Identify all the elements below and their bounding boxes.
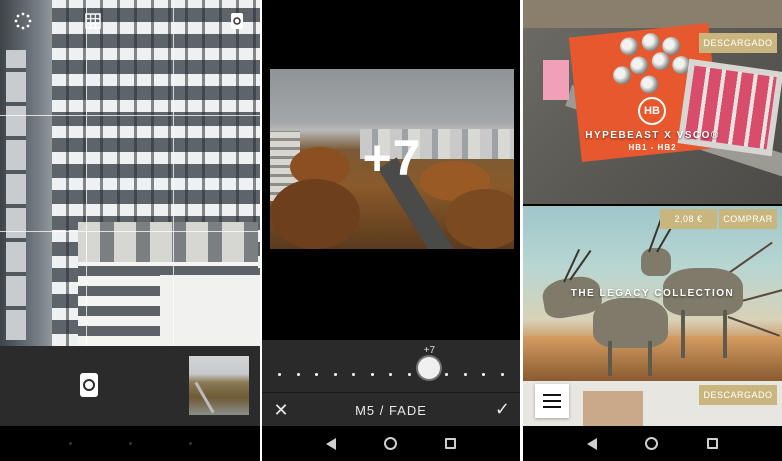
nav-back-icon[interactable] bbox=[68, 442, 72, 445]
grid-line bbox=[86, 0, 87, 346]
nav-back-icon[interactable] bbox=[326, 437, 336, 450]
camera-controls bbox=[0, 346, 260, 426]
nav-home-icon[interactable] bbox=[645, 437, 659, 450]
store-screen: HB HYPEBEAST X VSCO® HB1 - HB2 DESCARGAD… bbox=[523, 0, 782, 461]
downloaded-badge: DESCARGADO bbox=[699, 385, 777, 405]
navigation-bar bbox=[262, 426, 520, 461]
adjustment-panel: +7 ✕ M5 / FADE ✓ bbox=[262, 340, 520, 426]
camera-viewfinder[interactable] bbox=[0, 0, 260, 346]
menu-icon[interactable] bbox=[535, 384, 569, 418]
antelope-right bbox=[641, 248, 671, 276]
check-icon[interactable]: ✓ bbox=[495, 399, 510, 420]
nav-back-icon[interactable] bbox=[587, 437, 598, 450]
store-item-hypebeast[interactable]: HB HYPEBEAST X VSCO® HB1 - HB2 DESCARGAD… bbox=[523, 0, 782, 204]
price-badge: 2,08 € bbox=[660, 209, 717, 229]
strength-slider[interactable] bbox=[278, 372, 504, 376]
nav-recents-icon[interactable] bbox=[706, 438, 718, 449]
slider-value-label: +7 bbox=[423, 345, 436, 356]
downloaded-badge: DESCARGADO bbox=[699, 33, 777, 53]
item-subtitle: HB1 - HB2 bbox=[628, 143, 677, 152]
item-title: HYPEBEAST X VSCO® bbox=[585, 130, 720, 141]
nav-home-icon[interactable] bbox=[384, 437, 397, 450]
last-photo-thumbnail[interactable] bbox=[189, 356, 249, 415]
editor-screen: +7 +7 ✕ M5 / FADE ✓ bbox=[262, 0, 520, 461]
hb-logo: HB bbox=[638, 97, 666, 125]
buy-button[interactable]: COMPRAR bbox=[719, 209, 777, 229]
nav-recents-icon[interactable] bbox=[445, 438, 456, 449]
camera-screen bbox=[0, 0, 260, 461]
photo-preview[interactable]: +7 bbox=[270, 69, 514, 249]
store-item-legacy-collection[interactable]: THE LEGACY COLLECTION 2,08 € COMPRAR bbox=[523, 206, 782, 381]
navigation-bar bbox=[523, 426, 782, 461]
grid-icon[interactable] bbox=[80, 8, 106, 34]
adjustment-value-overlay: +7 bbox=[362, 130, 422, 186]
flip-camera-icon[interactable] bbox=[224, 8, 250, 34]
nav-recents-icon[interactable] bbox=[188, 442, 192, 445]
shutter-icon[interactable] bbox=[80, 373, 98, 397]
settings-icon[interactable] bbox=[10, 8, 36, 34]
grid-line bbox=[0, 231, 260, 232]
grid-line bbox=[0, 115, 260, 116]
preset-name: M5 / FADE bbox=[355, 403, 427, 418]
grid-line bbox=[173, 0, 174, 346]
nav-home-icon[interactable] bbox=[128, 442, 132, 445]
item-title: THE LEGACY COLLECTION bbox=[570, 288, 735, 299]
navigation-bar bbox=[0, 426, 260, 461]
